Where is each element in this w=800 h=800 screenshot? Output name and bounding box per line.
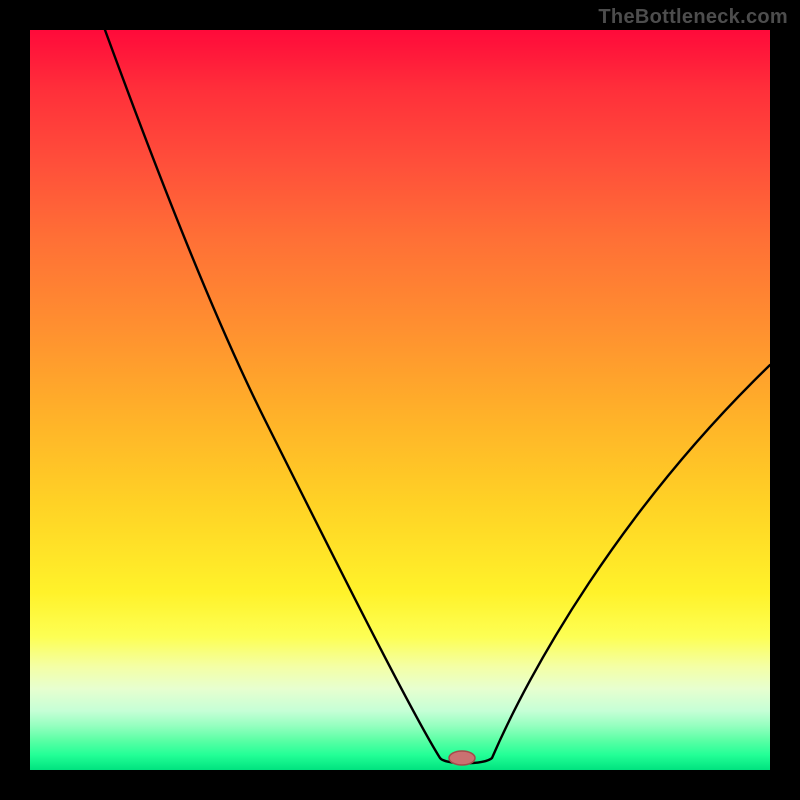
watermark-text: TheBottleneck.com: [598, 6, 788, 29]
bottleneck-curve: [105, 30, 770, 763]
chart-frame: TheBottleneck.com: [0, 0, 800, 800]
chart-svg: [30, 30, 770, 770]
min-point-marker: [449, 751, 475, 765]
plot-area: [30, 30, 770, 770]
